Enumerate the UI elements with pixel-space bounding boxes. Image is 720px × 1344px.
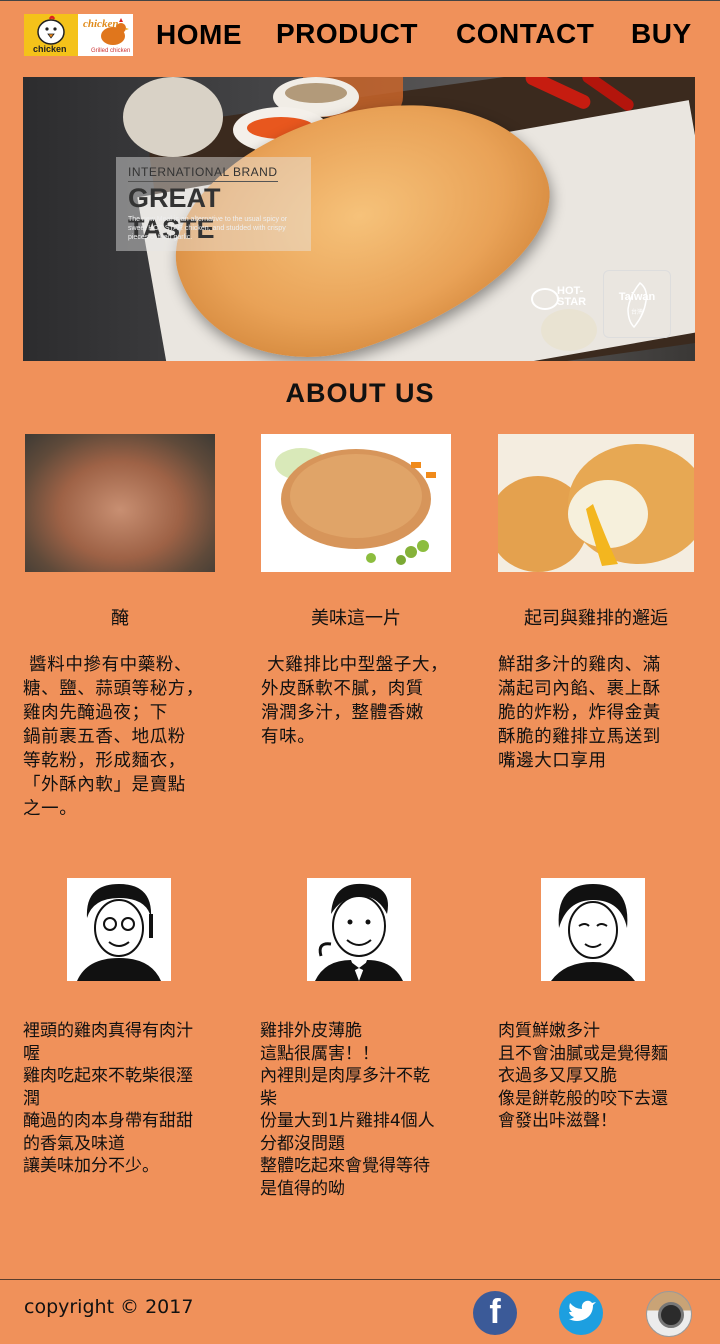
about-title: ABOUT US bbox=[285, 378, 435, 408]
taiwan-badge-label: Taiwan bbox=[618, 291, 656, 303]
review-text: 雞排外皮薄脆 這點很厲害！！ 內裡則是肉厚多汁不乾 柴 份量大到1片雞排4個人 … bbox=[260, 1021, 435, 1199]
reviewer-avatar bbox=[307, 878, 411, 981]
banner-textbox: INTERNATIONAL BRAND GREAT TASTE The new … bbox=[116, 157, 311, 251]
facebook-icon[interactable]: f bbox=[473, 1291, 517, 1335]
taiwan-badge: Taiwan 台灣 bbox=[603, 270, 671, 338]
top-border bbox=[0, 0, 720, 1]
brand-logo[interactable]: chicken chicken Grilled chicken bbox=[24, 14, 133, 56]
nav-contact[interactable]: CONTACT bbox=[456, 18, 594, 50]
hotstar-label: HOT-STAR bbox=[557, 285, 587, 308]
taiwan-badge-sublabel: 台灣 bbox=[630, 310, 643, 316]
footer-divider bbox=[0, 1279, 720, 1280]
reviewer-avatar bbox=[67, 878, 171, 981]
review-text: 肉質鮮嫩多汁 且不會油膩或是覺得麵 衣過多又厚又脆 像是餅乾般的咬下去還 會發出… bbox=[498, 1021, 668, 1131]
logo-right-tagline: Grilled chicken bbox=[91, 48, 131, 54]
banner-eyebrow: INTERNATIONAL BRAND bbox=[128, 165, 278, 179]
logo-left-panel: chicken bbox=[24, 14, 78, 56]
nav-home[interactable]: HOME bbox=[156, 19, 242, 51]
taiwan-map-icon bbox=[627, 281, 648, 329]
garlic-clove bbox=[541, 309, 597, 351]
nav-product[interactable]: PRODUCT bbox=[276, 18, 418, 50]
hotstar-logo-icon bbox=[531, 288, 559, 310]
nav-buy[interactable]: BUY bbox=[631, 18, 692, 50]
copyright-text: copyright © 2017 bbox=[24, 1296, 194, 1318]
marinated-chicken-photo bbox=[25, 434, 215, 572]
review-text: 裡頭的雞肉真得有肉汁 喔 雞肉吃起來不乾柴很溼 潤 醃過的肉本身帶有甜甜 的香氣… bbox=[23, 1021, 193, 1176]
logo-left-caption: chicken bbox=[33, 44, 67, 54]
column-title: 起司與雞排的邂逅 bbox=[524, 608, 668, 629]
column-text: 醬料中摻有中藥粉、 糖、鹽、蒜頭等秘方， 雞肉先醃過夜；下 鍋前裹五香、地瓜粉 … bbox=[23, 655, 204, 819]
column-text: 大雞排比中型盤子大， 外皮酥軟不膩，肉質 滑潤多汁，整體香嫩 有味。 bbox=[261, 655, 449, 747]
cheese-chicken-photo bbox=[498, 434, 694, 572]
hero-banner: INTERNATIONAL BRAND GREAT TASTE The new … bbox=[23, 77, 695, 361]
column-text: 鮮甜多汁的雞肉、滿 滿起司內餡、裹上酥 脆的炸粉，炸得金黃 酥脆的雞排立馬送到 … bbox=[498, 655, 661, 771]
instagram-icon[interactable] bbox=[646, 1291, 692, 1337]
garlic-bulb bbox=[123, 77, 223, 157]
twitter-icon[interactable] bbox=[559, 1291, 603, 1335]
chicken-cutlet-plate-photo bbox=[261, 434, 451, 572]
reviewer-avatar bbox=[541, 878, 645, 981]
hotstar-brand-mark: HOT-STAR bbox=[531, 282, 601, 312]
facebook-glyph: f bbox=[489, 1293, 501, 1331]
column-title: 美味這一片 bbox=[311, 608, 401, 629]
banner-body: The new Meal is an alternative to the us… bbox=[128, 216, 288, 241]
column-title: 醃 bbox=[111, 608, 129, 629]
logo-right-panel: chicken Grilled chicken bbox=[79, 14, 133, 56]
